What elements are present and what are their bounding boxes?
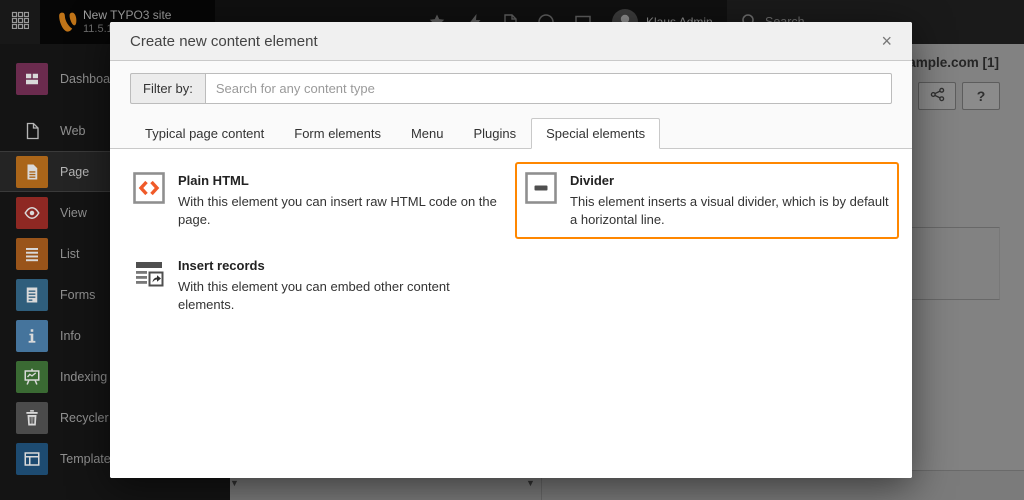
content-element-list: Plain HTML With this element you can inse…: [110, 149, 912, 478]
forms-icon: [16, 279, 48, 311]
sidebar-item-label: List: [60, 247, 79, 261]
indexing-icon: [16, 361, 48, 393]
tab-special-elements[interactable]: Special elements: [531, 118, 660, 149]
content-element-card-divider[interactable]: Divider This element inserts a visual div…: [515, 162, 899, 239]
grid-icon: [11, 11, 29, 34]
modal-header: Create new content element ×: [110, 22, 912, 61]
recycler-icon: [16, 402, 48, 434]
sidebar-item-label: Web: [60, 124, 85, 138]
typo3-logo-icon: [55, 9, 80, 35]
web-icon: [16, 115, 48, 147]
filter-by-label: Filter by:: [130, 73, 205, 104]
sidebar-item-label: Forms: [60, 288, 95, 302]
filter-row: Filter by:: [110, 61, 912, 104]
sidebar-item-label: Indexing: [60, 370, 107, 384]
card-description: This element inserts a visual divider, w…: [570, 193, 889, 229]
content-type-search-input[interactable]: [205, 73, 892, 104]
sidebar-item-label: Info: [60, 329, 81, 343]
create-content-element-modal: Create new content element × Filter by: …: [110, 22, 912, 478]
close-icon[interactable]: ×: [881, 32, 892, 50]
tab-menu[interactable]: Menu: [396, 118, 459, 149]
info-icon: [16, 320, 48, 352]
sidebar-item-label: View: [60, 206, 87, 220]
view-icon: [16, 197, 48, 229]
card-title: Insert records: [178, 258, 497, 273]
sidebar-item-label: Recycler: [60, 411, 109, 425]
tab-typical-page-content[interactable]: Typical page content: [130, 118, 279, 149]
template-icon: [16, 443, 48, 475]
card-title: Plain HTML: [178, 173, 497, 188]
code-icon: [133, 172, 165, 204]
modal-title: Create new content element: [130, 33, 318, 50]
help-button[interactable]: ?: [962, 82, 1000, 110]
share-icon: [930, 87, 945, 105]
modules-grid-button[interactable]: [0, 0, 40, 44]
card-description: With this element you can insert raw HTM…: [178, 193, 497, 229]
select-caret-icon[interactable]: ▼: [230, 478, 239, 488]
sidebar-item-label: Page: [60, 165, 89, 179]
dashboard-icon: [16, 63, 48, 95]
divider-icon: [525, 172, 557, 204]
select-caret-icon[interactable]: ▼: [526, 478, 535, 488]
site-version: 11.5.1: [83, 23, 113, 35]
content-element-tabs: Typical page contentForm elementsMenuPlu…: [110, 118, 912, 149]
page-icon: [16, 156, 48, 188]
sidebar-item-label: Template: [60, 452, 111, 466]
content-element-card-plain-html[interactable]: Plain HTML With this element you can inse…: [123, 162, 507, 239]
tab-plugins[interactable]: Plugins: [458, 118, 531, 149]
card-description: With this element you can embed other co…: [178, 278, 497, 314]
content-element-card-insert-records[interactable]: Insert records With this element you can …: [123, 247, 507, 324]
tab-form-elements[interactable]: Form elements: [279, 118, 396, 149]
insert-records-icon: [133, 257, 165, 289]
card-title: Divider: [570, 173, 889, 188]
site-name: New TYPO3 site: [83, 8, 171, 22]
share-button[interactable]: [918, 82, 956, 110]
list-icon: [16, 238, 48, 270]
